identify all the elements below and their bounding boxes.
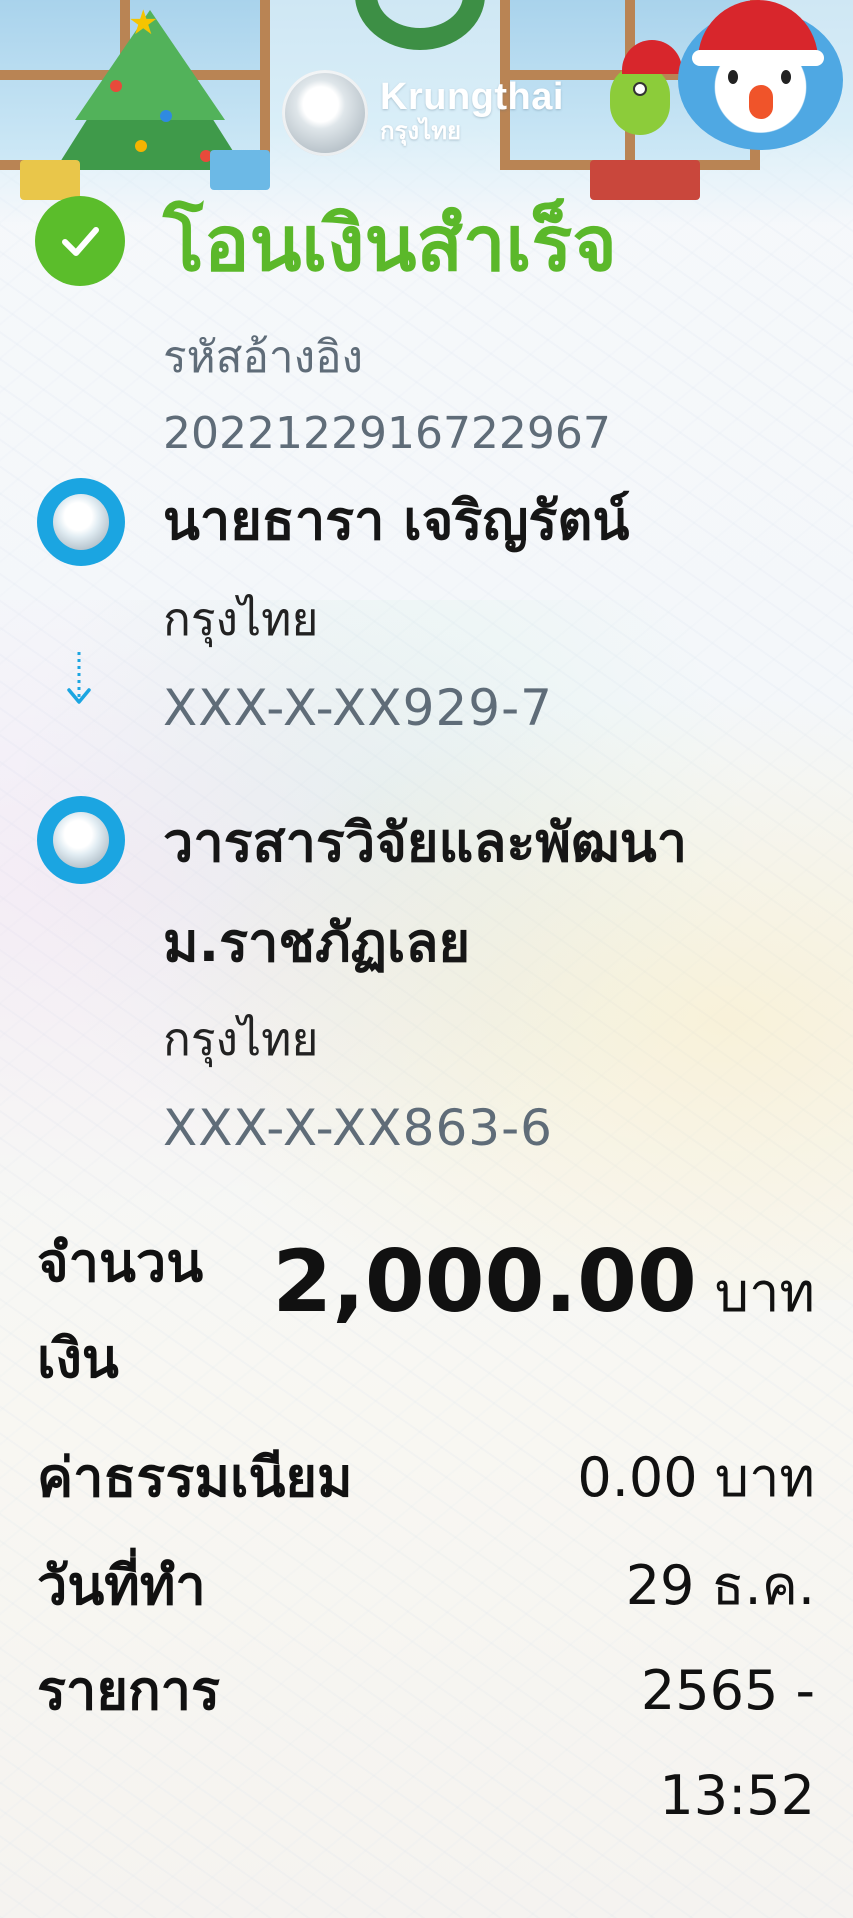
krungthai-logo: Krungthai กรุงไทย [282, 70, 564, 156]
mascot-eye-illustration [633, 82, 647, 96]
header-banner: ★ Krungthai กรุงไทย [0, 0, 853, 225]
ornament-illustration [135, 140, 147, 152]
mascot-eye-illustration [781, 70, 791, 84]
dinosaur-mascot-illustration [610, 65, 670, 135]
brand-name-en: Krungthai [380, 76, 564, 119]
receiver-account-number: XXX-X-XX863-6 [163, 1099, 553, 1157]
receiver-bank-icon [37, 796, 125, 884]
date-label-line2: รายการ [37, 1659, 220, 1722]
amount-value: 2,000.00 [272, 1232, 697, 1332]
gift-illustration [210, 150, 270, 190]
ornament-illustration [160, 110, 172, 122]
transaction-time: 13:52 [659, 1764, 815, 1827]
check-circle-icon [35, 196, 125, 286]
mascot-beak-illustration [749, 85, 773, 119]
star-icon: ★ [128, 3, 159, 43]
receiver-name-line1: วารสารวิจัยและพัฒนา [163, 811, 688, 874]
sender-account-number: XXX-X-XX929-7 [163, 679, 553, 737]
reference-number: 2022122916722967 [163, 408, 611, 459]
gift-illustration [590, 160, 700, 200]
receiver-name-line2: ม.ราชภัฏเลย [163, 911, 471, 974]
mascot-eye-illustration [728, 70, 738, 84]
fee-label: ค่าธรรมเนียม [37, 1446, 353, 1509]
ornament-illustration [110, 80, 122, 92]
brand-name-th: กรุงไทย [380, 118, 462, 146]
fee-value: 0.00 บาท [577, 1446, 815, 1509]
gift-illustration [20, 160, 80, 200]
transaction-date-line2: 2565 - [640, 1659, 815, 1722]
sender-name: นายธารา เจริญรัตน์ [163, 489, 630, 552]
amount-value-group: 2,000.00 บาท [272, 1218, 815, 1347]
date-label-line1: วันที่ทำ [37, 1554, 206, 1617]
amount-label-line2: เงิน [37, 1327, 119, 1390]
amount-label-line1: จำนวน [37, 1231, 204, 1294]
wreath-illustration [355, 0, 485, 50]
amount-unit: บาท [714, 1261, 815, 1324]
transfer-status-title: โอนเงินสำเร็จ [163, 199, 617, 288]
receiver-bank-name: กรุงไทย [163, 1012, 319, 1066]
transaction-date-line1: 29 ธ.ค. [625, 1554, 815, 1617]
reference-label: รหัสอ้างอิง [163, 332, 364, 383]
sender-bank-icon [37, 478, 125, 566]
transfer-direction-arrow-icon [67, 652, 91, 704]
sender-bank-name: กรุงไทย [163, 592, 319, 646]
krungthai-logo-icon [282, 70, 368, 156]
